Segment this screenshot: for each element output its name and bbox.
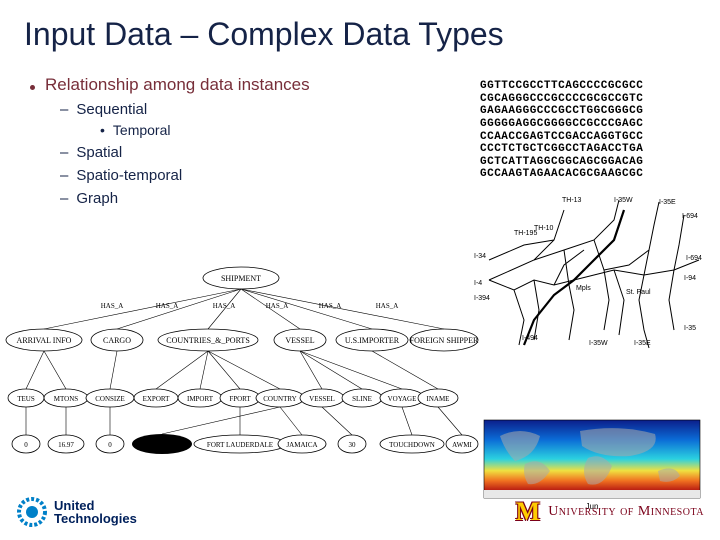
bullet-dot3-icon: •: [100, 122, 105, 138]
road-label: I-35W: [589, 340, 608, 347]
graph-leaf: JAMAICA: [286, 441, 317, 449]
road-label: St. Paul: [626, 289, 651, 296]
graph-node: U.S.IMPORTER: [345, 336, 400, 345]
seq-line: CCCTCTGCTCGGCCTAGACCTGA: [480, 143, 643, 156]
graph-leaf: TOUCHDOWN: [389, 441, 435, 449]
seq-line: GGTTCCGCCTTCAGCCCCGCGCC: [480, 80, 643, 93]
dash-icon: –: [60, 144, 68, 161]
road-label: I-35E: [634, 340, 651, 347]
seq-line: GAGAAGGGCCCGCCTGGCGGGCG: [480, 105, 643, 118]
road-network-map: TH-13 I-35W I-34 TH-195 I-35E I-694 I-4 …: [474, 190, 704, 350]
road-label: TH-10: [534, 225, 554, 232]
dna-sequence: GGTTCCGCCTTCAGCCCCGCGCC CGCAGGGCCCGCCCCG…: [480, 80, 643, 181]
ut-text-2: Technologies: [54, 512, 137, 525]
shipment-graph: SHIPMENT HAS_A HAS_A HAS_A HAS_A HAS_A H…: [2, 258, 480, 462]
graph-leaf: FORT LAUDERDALE: [207, 441, 273, 449]
graph-node: TEUS: [17, 395, 35, 403]
slide-title: Input Data – Complex Data Types: [0, 0, 720, 61]
seq-line: GGGGGAGGCGGGGCCGCCCGAGC: [480, 118, 643, 131]
dash-icon: –: [60, 101, 68, 118]
bullet-lvl2c-text: Spatio-temporal: [76, 167, 182, 184]
seq-line: GCTCATTAGGCGGCAGCGGACAG: [480, 156, 643, 169]
graph-node: ARRIVAL INFO: [17, 336, 72, 345]
bullet-lvl1-text: Relationship among data instances: [45, 75, 310, 95]
seq-line: CCAACCGAGTCCGACCAGGTGCC: [480, 131, 643, 144]
graph-node: COUNTRIES_&_PORTS: [166, 336, 250, 345]
graph-node: CONSIZE: [95, 395, 125, 403]
road-label: I-694: [686, 255, 702, 262]
graph-node: FPORT: [229, 395, 251, 403]
graph-leaf: 0: [108, 441, 112, 449]
seq-line: CGCAGGGCCCGCCCCGCGCCGTC: [480, 93, 643, 106]
united-technologies-logo: United Technologies: [16, 496, 137, 528]
road-label: I-494: [522, 335, 538, 342]
university-minnesota-logo: M University of Minnesota: [516, 497, 704, 527]
graph-node: COUNTRY: [263, 395, 296, 403]
bullet-lvl2b-text: Spatial: [76, 144, 122, 161]
road-label: I-35W: [614, 197, 633, 204]
graph-root: SHIPMENT: [221, 274, 261, 283]
gear-icon: [16, 496, 48, 528]
graph-edge: HAS_A: [213, 302, 236, 310]
umn-text: University of Minnesota: [548, 504, 704, 520]
graph-node: EXPORT: [143, 395, 171, 403]
seq-line: GCCAAGTAGAACACGCGAAGCGC: [480, 168, 643, 181]
graph-edge: HAS_A: [101, 302, 124, 310]
road-label: I-94: [684, 275, 696, 282]
bullet-dot-icon: [30, 85, 35, 90]
graph-node: VOYAGE: [388, 395, 417, 403]
graph-leaf: 16.97: [58, 441, 74, 449]
graph-edge: HAS_A: [319, 302, 342, 310]
graph-node: VESSEL: [309, 395, 335, 403]
graph-node: SLINE: [352, 395, 372, 403]
graph-node: INAME: [427, 395, 450, 403]
road-label: Mpls: [576, 285, 591, 292]
umn-m-icon: M: [516, 497, 541, 527]
graph-node: MTONS: [54, 395, 78, 403]
dash-icon: –: [60, 167, 68, 184]
footer: United Technologies M University of Minn…: [0, 484, 720, 540]
dash-icon: –: [60, 190, 68, 207]
bullet-lvl3a-text: Temporal: [113, 122, 171, 138]
bullet-lvl2d-text: Graph: [76, 190, 118, 207]
graph-edge: HAS_A: [156, 302, 179, 310]
graph-leaf: 0: [24, 441, 28, 449]
graph-edge: HAS_A: [266, 302, 289, 310]
graph-leaf: BAHAMAS: [144, 441, 179, 449]
graph-node: IMPORT: [187, 395, 214, 403]
graph-leaf: AWMI: [452, 441, 472, 449]
graph-node: FOREIGN SHIPPER: [410, 336, 479, 345]
graph-leaf: 30: [349, 441, 357, 449]
road-label: TH-13: [562, 197, 582, 204]
road-label: I-694: [682, 213, 698, 220]
graph-edge: HAS_A: [376, 302, 399, 310]
road-label: I-35: [684, 325, 696, 332]
graph-node: CARGO: [103, 336, 131, 345]
graph-node: VESSEL: [285, 336, 314, 345]
road-label: I-35E: [659, 199, 676, 206]
bullet-lvl2a-text: Sequential: [76, 101, 147, 118]
